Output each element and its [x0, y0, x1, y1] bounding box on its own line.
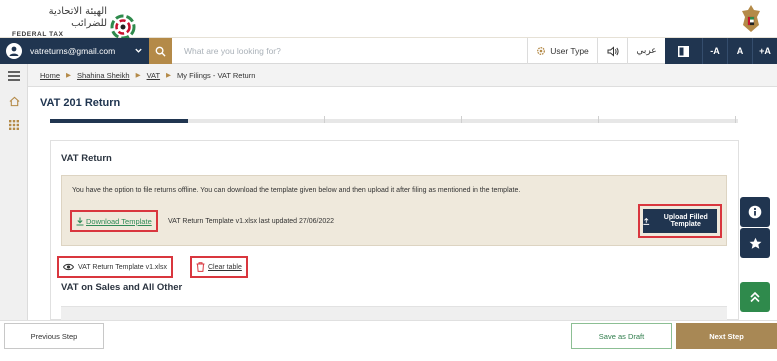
view-uploaded-template[interactable]: VAT Return Template v1.xlsx: [57, 256, 173, 278]
main-navbar: vatreturns@gmail.com User Type عربي -A A…: [0, 38, 777, 64]
contrast-toggle[interactable]: [665, 38, 702, 64]
info-button[interactable]: [740, 197, 770, 227]
font-normal-button[interactable]: A: [727, 38, 752, 64]
menu-toggle[interactable]: [6, 68, 22, 84]
gear-icon: [537, 47, 546, 55]
search-input[interactable]: [176, 42, 476, 60]
breadcrumb-current: My Filings - VAT Return: [177, 70, 256, 80]
breadcrumb-separator-icon: ▶: [166, 72, 172, 79]
font-increase-button[interactable]: +A: [752, 38, 777, 64]
upload-filled-template-button[interactable]: Upload Filled Template: [643, 209, 717, 233]
sidebar-item-home[interactable]: [6, 93, 22, 109]
user-type-label: User Type: [550, 46, 589, 56]
speaker-icon: [607, 45, 619, 57]
grid-icon: [9, 120, 19, 130]
hamburger-menu-icon: [8, 71, 20, 81]
download-template-link[interactable]: Download Template: [70, 210, 158, 232]
page-title: VAT 201 Return: [40, 97, 121, 109]
step-progress-fill: [50, 119, 188, 123]
download-template-label: Download Template: [86, 216, 152, 226]
step-progress-bar: [50, 116, 738, 123]
next-step-button[interactable]: Next Step: [676, 323, 777, 349]
breadcrumb-separator-icon: ▶: [66, 72, 72, 79]
chevron-down-icon: [135, 48, 142, 53]
account-dropdown[interactable]: vatreturns@gmail.com: [0, 38, 149, 64]
step-divider: [461, 116, 462, 123]
step-divider: [735, 116, 736, 123]
read-aloud-button[interactable]: [597, 38, 627, 64]
save-as-draft-button[interactable]: Save as Draft: [571, 323, 672, 349]
fta-logo-mark-icon: [110, 14, 136, 40]
clear-table-label: Clear table: [208, 263, 242, 271]
user-avatar-icon: [6, 43, 22, 59]
sidebar-item-apps[interactable]: [6, 117, 22, 133]
eye-icon: [63, 263, 74, 271]
info-icon: [748, 205, 762, 219]
upload-icon: [643, 217, 650, 225]
upload-highlight: Upload Filled Template: [638, 204, 722, 238]
card-title: VAT Return: [61, 153, 112, 164]
step-divider: [324, 116, 325, 123]
previous-step-button[interactable]: Previous Step: [4, 323, 104, 349]
offline-filing-panel: You have the option to file returns offl…: [61, 175, 727, 246]
breadcrumb-home[interactable]: Home: [40, 71, 60, 80]
double-chevron-up-icon: [750, 291, 760, 303]
vat-sales-table-header: [61, 306, 727, 320]
clear-table-button[interactable]: Clear table: [190, 256, 248, 278]
favorite-button[interactable]: [740, 228, 770, 258]
breadcrumb: Home ▶ Shahina Sheikh ▶ VAT ▶ My Filings…: [28, 64, 777, 87]
search-button[interactable]: [149, 38, 172, 64]
home-icon: [9, 96, 19, 106]
logo-arabic-text: الهيئة الاتحادية للضرائب: [48, 6, 107, 29]
scroll-to-top-button[interactable]: [740, 282, 770, 312]
step-footer: Previous Step Save as Draft Next Step: [0, 320, 777, 361]
vat-return-card: VAT Return You have the option to file r…: [50, 140, 739, 320]
star-icon: [749, 237, 761, 249]
breadcrumb-vat[interactable]: VAT: [147, 71, 160, 80]
uae-emblem-icon: [742, 5, 760, 32]
trash-icon: [196, 262, 205, 272]
font-decrease-button[interactable]: -A: [702, 38, 727, 64]
top-header: الهيئة الاتحادية للضرائب FEDERAL TAX AUT…: [0, 0, 777, 47]
template-last-updated: VAT Return Template v1.xlsx last updated…: [168, 218, 335, 225]
search-icon: [155, 46, 166, 57]
language-toggle[interactable]: عربي: [627, 38, 665, 64]
step-divider: [598, 116, 599, 123]
breadcrumb-separator-icon: ▶: [135, 72, 141, 79]
uploaded-file-name: VAT Return Template v1.xlsx: [78, 263, 167, 271]
offline-filing-info: You have the option to file returns offl…: [72, 187, 521, 194]
download-icon: [76, 217, 84, 226]
contrast-icon: [678, 45, 689, 57]
sidebar: [0, 64, 28, 320]
account-email: vatreturns@gmail.com: [30, 46, 116, 56]
section-title: VAT on Sales and All Other: [61, 282, 183, 293]
upload-button-label: Upload Filled Template: [663, 214, 708, 228]
breadcrumb-profile[interactable]: Shahina Sheikh: [77, 71, 130, 80]
user-type-selector[interactable]: User Type: [527, 38, 597, 64]
